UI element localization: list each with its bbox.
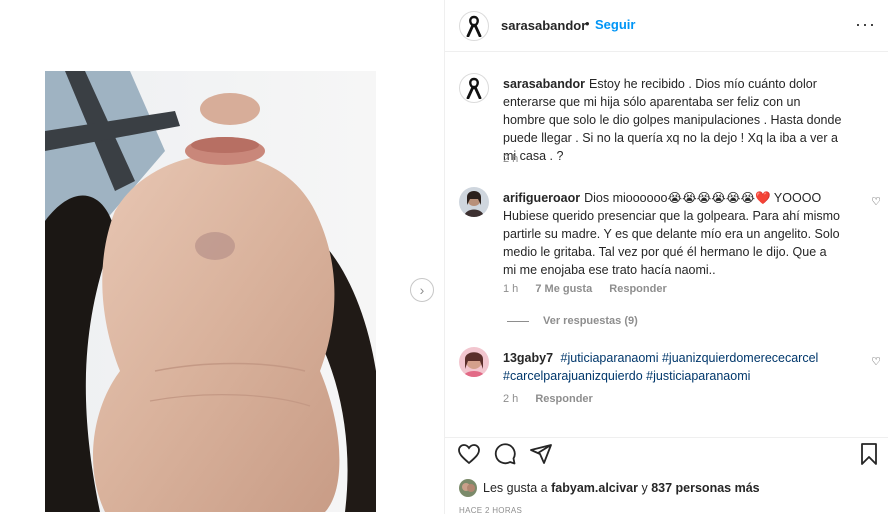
comment-username[interactable]: 13gaby7 bbox=[503, 351, 553, 365]
caption-avatar[interactable] bbox=[459, 73, 489, 103]
comment-meta: 1 h 7 Me gusta Responder bbox=[503, 283, 681, 295]
comments-list: sarasabandor Estoy he recibido . Dios mío… bbox=[445, 53, 888, 433]
like-comment-heart-icon[interactable]: ♡ bbox=[871, 355, 881, 368]
chevron-right-icon: › bbox=[419, 282, 425, 298]
comment-meta: 2 h Responder bbox=[503, 393, 607, 405]
author-avatar[interactable] bbox=[459, 11, 489, 41]
reply-button[interactable]: Responder bbox=[609, 283, 666, 295]
mourning-ribbon-icon bbox=[466, 15, 482, 37]
comment-username[interactable]: arifigueroaor bbox=[503, 191, 580, 205]
share-icon[interactable] bbox=[529, 442, 553, 466]
caption-username[interactable]: sarasabandor bbox=[503, 77, 585, 91]
save-bookmark-icon[interactable] bbox=[857, 442, 881, 466]
comment-time[interactable]: 1 h bbox=[503, 283, 518, 295]
action-bar bbox=[445, 437, 888, 469]
comment-time[interactable]: 2 h bbox=[503, 393, 518, 405]
post-photo[interactable] bbox=[45, 71, 376, 512]
likes-conjunction: y bbox=[641, 481, 648, 495]
post-header: sarasabandor • Seguir ··· bbox=[445, 0, 888, 52]
next-photo-button[interactable]: › bbox=[410, 278, 434, 302]
hashtag-link[interactable]: #juanizquierdomerececarcel bbox=[662, 351, 818, 365]
separator-dot: • bbox=[585, 16, 590, 31]
comment-text-block: 13gaby7 #juticiaparanaomi #juanizquierdo… bbox=[503, 349, 843, 385]
comment-text-block: arifigueroaor Dios mioooooo😭😭😭😭😭😭❤️ YOOOO… bbox=[503, 189, 843, 279]
likes-others-link[interactable]: 837 personas más bbox=[651, 481, 759, 495]
caption-text-block: sarasabandor Estoy he recibido . Dios mío… bbox=[503, 75, 843, 165]
reply-button[interactable]: Responder bbox=[535, 393, 592, 405]
hashtag-link[interactable]: #carcelparajuanizquierdo bbox=[503, 369, 643, 383]
heart-icon[interactable] bbox=[457, 442, 481, 466]
caption-meta: 2 h bbox=[503, 153, 532, 165]
liker-avatar[interactable] bbox=[459, 479, 477, 497]
likes-prefix: Les gusta a bbox=[483, 481, 548, 495]
comment-icon[interactable] bbox=[493, 442, 517, 466]
post-timestamp[interactable]: HACE 2 HORAS bbox=[459, 506, 522, 514]
hashtag-link[interactable]: #justiciaparanaomi bbox=[646, 369, 750, 383]
likes-summary: Les gusta a fabyam.alcivar y 837 persona… bbox=[459, 479, 760, 497]
commenter-avatar[interactable] bbox=[459, 347, 489, 377]
instagram-post-view: › sarasabandor • Seguir ··· sarasabandor… bbox=[0, 0, 888, 514]
follow-button[interactable]: Seguir bbox=[595, 17, 635, 32]
view-replies-button[interactable]: Ver respuestas (9) bbox=[507, 315, 638, 327]
avatar-image bbox=[459, 347, 489, 377]
post-sidebar: sarasabandor • Seguir ··· sarasabandor Es… bbox=[444, 0, 888, 514]
comment-likes[interactable]: 7 Me gusta bbox=[535, 283, 592, 295]
view-replies-label: Ver respuestas (9) bbox=[543, 315, 638, 327]
replies-divider bbox=[507, 320, 529, 322]
avatar-image bbox=[459, 187, 489, 217]
commenter-avatar[interactable] bbox=[459, 187, 489, 217]
post-photo-image bbox=[45, 71, 376, 512]
media-area: › bbox=[0, 0, 444, 514]
more-options-icon[interactable]: ··· bbox=[855, 14, 876, 35]
caption-time[interactable]: 2 h bbox=[503, 153, 518, 165]
author-username[interactable]: sarasabandor bbox=[501, 18, 586, 33]
mourning-ribbon-icon bbox=[466, 77, 482, 99]
hashtag-link[interactable]: #juticiaparanaomi bbox=[561, 351, 659, 365]
liker-username[interactable]: fabyam.alcivar bbox=[551, 481, 638, 495]
avatar-image bbox=[459, 479, 477, 497]
like-comment-heart-icon[interactable]: ♡ bbox=[871, 195, 881, 208]
